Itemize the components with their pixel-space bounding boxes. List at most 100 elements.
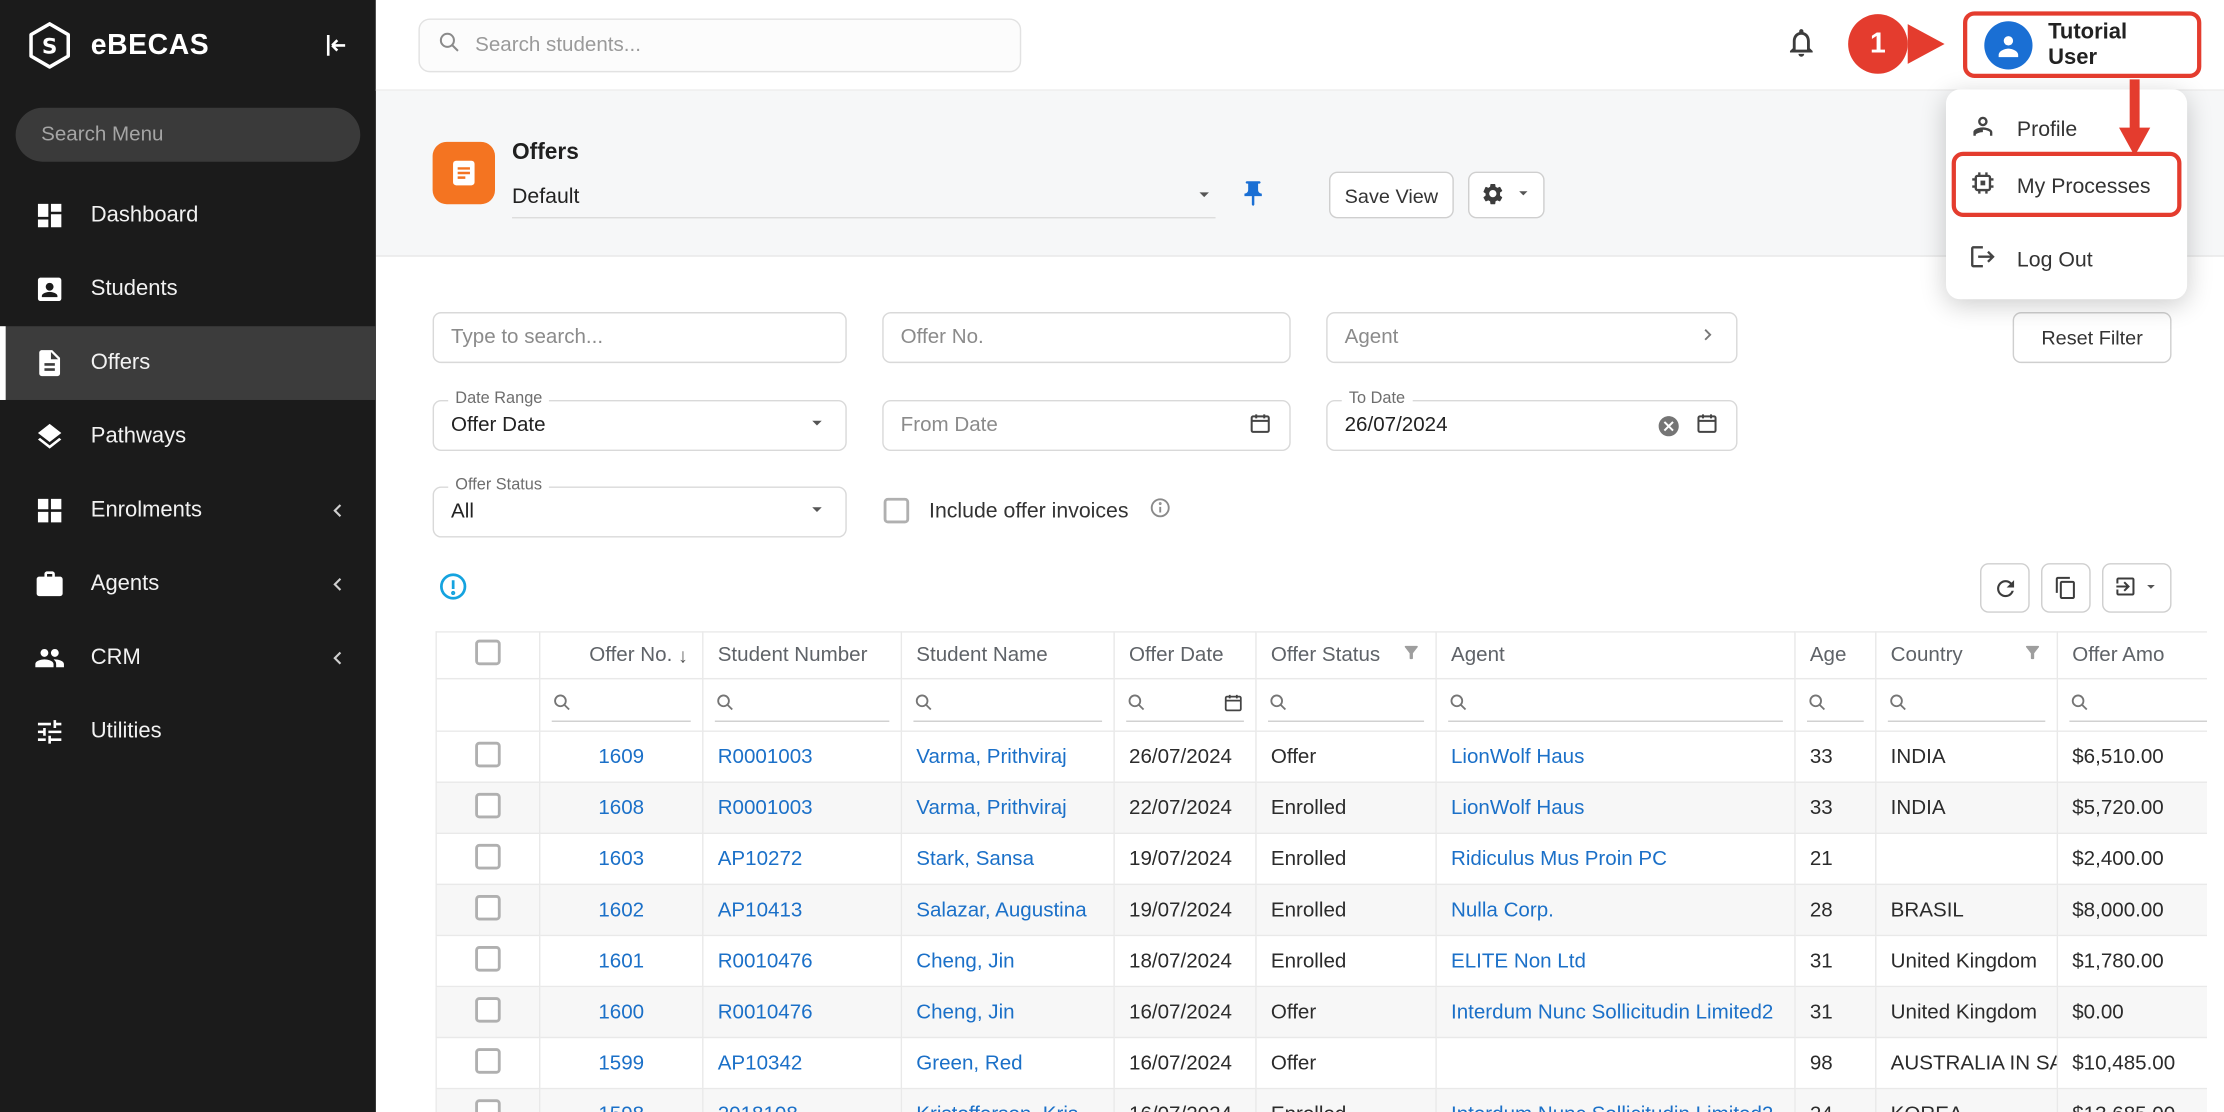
filter-funnel-icon[interactable] — [1401, 643, 1421, 669]
filter-funnel-icon[interactable] — [2023, 643, 2043, 669]
student-number-cell[interactable]: AP10342 — [703, 1038, 902, 1089]
student-name-column-filter[interactable] — [901, 679, 1114, 731]
include-invoices-checkbox[interactable] — [884, 498, 910, 524]
save-view-button[interactable]: Save View — [1329, 172, 1454, 219]
student-name-cell[interactable]: Cheng, Jin — [901, 935, 1114, 986]
agent-cell[interactable]: ELITE Non Ltd — [1436, 935, 1795, 986]
calendar-icon[interactable] — [1695, 411, 1719, 441]
agent-select[interactable]: Agent — [1326, 312, 1737, 363]
col-student-number[interactable]: Student Number — [703, 632, 902, 679]
sidebar-item-offers[interactable]: Offers — [0, 326, 376, 400]
clear-icon[interactable] — [1657, 413, 1681, 437]
row-checkbox[interactable] — [475, 843, 501, 869]
menu-item-profile[interactable]: Profile — [1946, 101, 2187, 158]
student-number-cell[interactable]: AP10413 — [703, 884, 902, 935]
row-checkbox[interactable] — [475, 1047, 501, 1073]
menu-item-my-processes[interactable]: My Processes — [1946, 157, 2187, 214]
include-invoices-row: Include offer invoices — [884, 496, 1171, 524]
offer-no-cell[interactable]: 1608 — [540, 782, 703, 833]
student-name-cell[interactable]: Varma, Prithviraj — [901, 782, 1114, 833]
agent-cell[interactable]: Interdum Nunc Sollicitudin Limited2 — [1436, 986, 1795, 1037]
student-name-cell[interactable]: Varma, Prithviraj — [901, 731, 1114, 782]
from-date-input[interactable] — [901, 414, 1248, 437]
select-all-checkbox[interactable] — [475, 640, 501, 666]
text-search-input[interactable] — [451, 326, 828, 349]
student-number-cell[interactable]: R0001003 — [703, 782, 902, 833]
sidebar-item-enrolments[interactable]: Enrolments — [0, 474, 376, 548]
student-name-cell[interactable]: Cheng, Jin — [901, 986, 1114, 1037]
settings-gear-button[interactable] — [1468, 172, 1545, 219]
sidebar-item-crm[interactable]: CRM — [0, 621, 376, 695]
country-column-filter[interactable] — [1876, 679, 2058, 731]
pin-icon[interactable] — [1238, 179, 1268, 216]
view-select[interactable]: Default — [512, 176, 1216, 219]
agent-cell[interactable]: LionWolf Haus — [1436, 731, 1795, 782]
col-offer-status[interactable]: Offer Status — [1256, 632, 1436, 679]
agent-cell[interactable]: Ridiculus Mus Proin PC — [1436, 833, 1795, 884]
row-select-cell — [436, 1089, 540, 1112]
sidebar-item-students[interactable]: Students — [0, 252, 376, 326]
sidebar-item-utilities[interactable]: Utilities — [0, 695, 376, 769]
offer-date-column-filter[interactable] — [1114, 679, 1256, 731]
age-column-filter[interactable] — [1795, 679, 1876, 731]
student-name-cell[interactable]: Green, Red — [901, 1038, 1114, 1089]
offer-no-input[interactable] — [901, 326, 1273, 349]
agent-cell[interactable]: Nulla Corp. — [1436, 884, 1795, 935]
agent-column-filter[interactable] — [1436, 679, 1795, 731]
alert-info-icon[interactable] — [438, 572, 468, 609]
row-checkbox[interactable] — [475, 894, 501, 920]
refresh-button[interactable] — [1980, 563, 2030, 613]
agent-cell[interactable]: Interdum Nunc Sollicitudin Limited2 — [1436, 1089, 1795, 1112]
menu-search-input[interactable] — [16, 108, 361, 162]
student-number-column-filter[interactable] — [703, 679, 902, 731]
offer-no-cell[interactable]: 1601 — [540, 935, 703, 986]
offer-no-cell[interactable]: 1598 — [540, 1089, 703, 1112]
col-country[interactable]: Country — [1876, 632, 2058, 679]
row-checkbox[interactable] — [475, 741, 501, 767]
copy-button[interactable] — [2041, 563, 2091, 613]
export-button[interactable] — [2102, 563, 2172, 613]
offer-no-column-filter[interactable] — [540, 679, 703, 731]
calendar-icon[interactable] — [1248, 411, 1272, 441]
agent-cell[interactable] — [1436, 1038, 1795, 1089]
row-checkbox[interactable] — [475, 1099, 501, 1112]
offer-amount-column-filter[interactable] — [2057, 679, 2207, 731]
col-offer-amount[interactable]: Offer Amo — [2057, 632, 2207, 679]
student-number-cell[interactable]: R0010476 — [703, 986, 902, 1037]
student-number-cell[interactable]: R0010476 — [703, 935, 902, 986]
offer-no-cell[interactable]: 1603 — [540, 833, 703, 884]
date-range-select[interactable]: Date Range Offer Date — [433, 400, 847, 451]
row-checkbox[interactable] — [475, 996, 501, 1022]
student-number-cell[interactable]: 2018108 — [703, 1089, 902, 1112]
agent-cell[interactable]: LionWolf Haus — [1436, 782, 1795, 833]
col-student-name[interactable]: Student Name — [901, 632, 1114, 679]
sidebar-item-dashboard[interactable]: Dashboard — [0, 179, 376, 253]
student-search-input[interactable] — [475, 34, 1003, 57]
student-name-cell[interactable]: Salazar, Augustina — [901, 884, 1114, 935]
to-date-value[interactable]: 26/07/2024 — [1345, 414, 1657, 437]
student-name-cell[interactable]: Stark, Sansa — [901, 833, 1114, 884]
menu-item-log-out[interactable]: Log Out — [1946, 231, 2187, 288]
student-number-cell[interactable]: AP10272 — [703, 833, 902, 884]
student-name-cell[interactable]: Kristofferson, Kris — [901, 1089, 1114, 1112]
sidebar-item-pathways[interactable]: Pathways — [0, 400, 376, 474]
col-age[interactable]: Age — [1795, 632, 1876, 679]
col-offer-date[interactable]: Offer Date — [1114, 632, 1256, 679]
notifications-bell-icon[interactable] — [1784, 26, 1818, 67]
student-number-cell[interactable]: R0001003 — [703, 731, 902, 782]
user-menu-button[interactable]: Tutorial User — [1963, 11, 2201, 78]
offer-no-cell[interactable]: 1599 — [540, 1038, 703, 1089]
row-checkbox[interactable] — [475, 792, 501, 818]
col-agent[interactable]: Agent — [1436, 632, 1795, 679]
row-checkbox[interactable] — [475, 945, 501, 971]
offer-no-cell[interactable]: 1600 — [540, 986, 703, 1037]
offer-no-cell[interactable]: 1609 — [540, 731, 703, 782]
offer-status-column-filter[interactable] — [1256, 679, 1436, 731]
sidebar-item-agents[interactable]: Agents — [0, 547, 376, 621]
offer-status-select[interactable]: Offer Status All — [433, 486, 847, 537]
sidebar-collapse-icon[interactable] — [316, 27, 353, 64]
col-offer-no[interactable]: Offer No.↓ — [540, 632, 703, 679]
reset-filter-button[interactable]: Reset Filter — [2013, 312, 2172, 363]
offer-no-cell[interactable]: 1602 — [540, 884, 703, 935]
calendar-icon[interactable] — [1223, 692, 1244, 719]
